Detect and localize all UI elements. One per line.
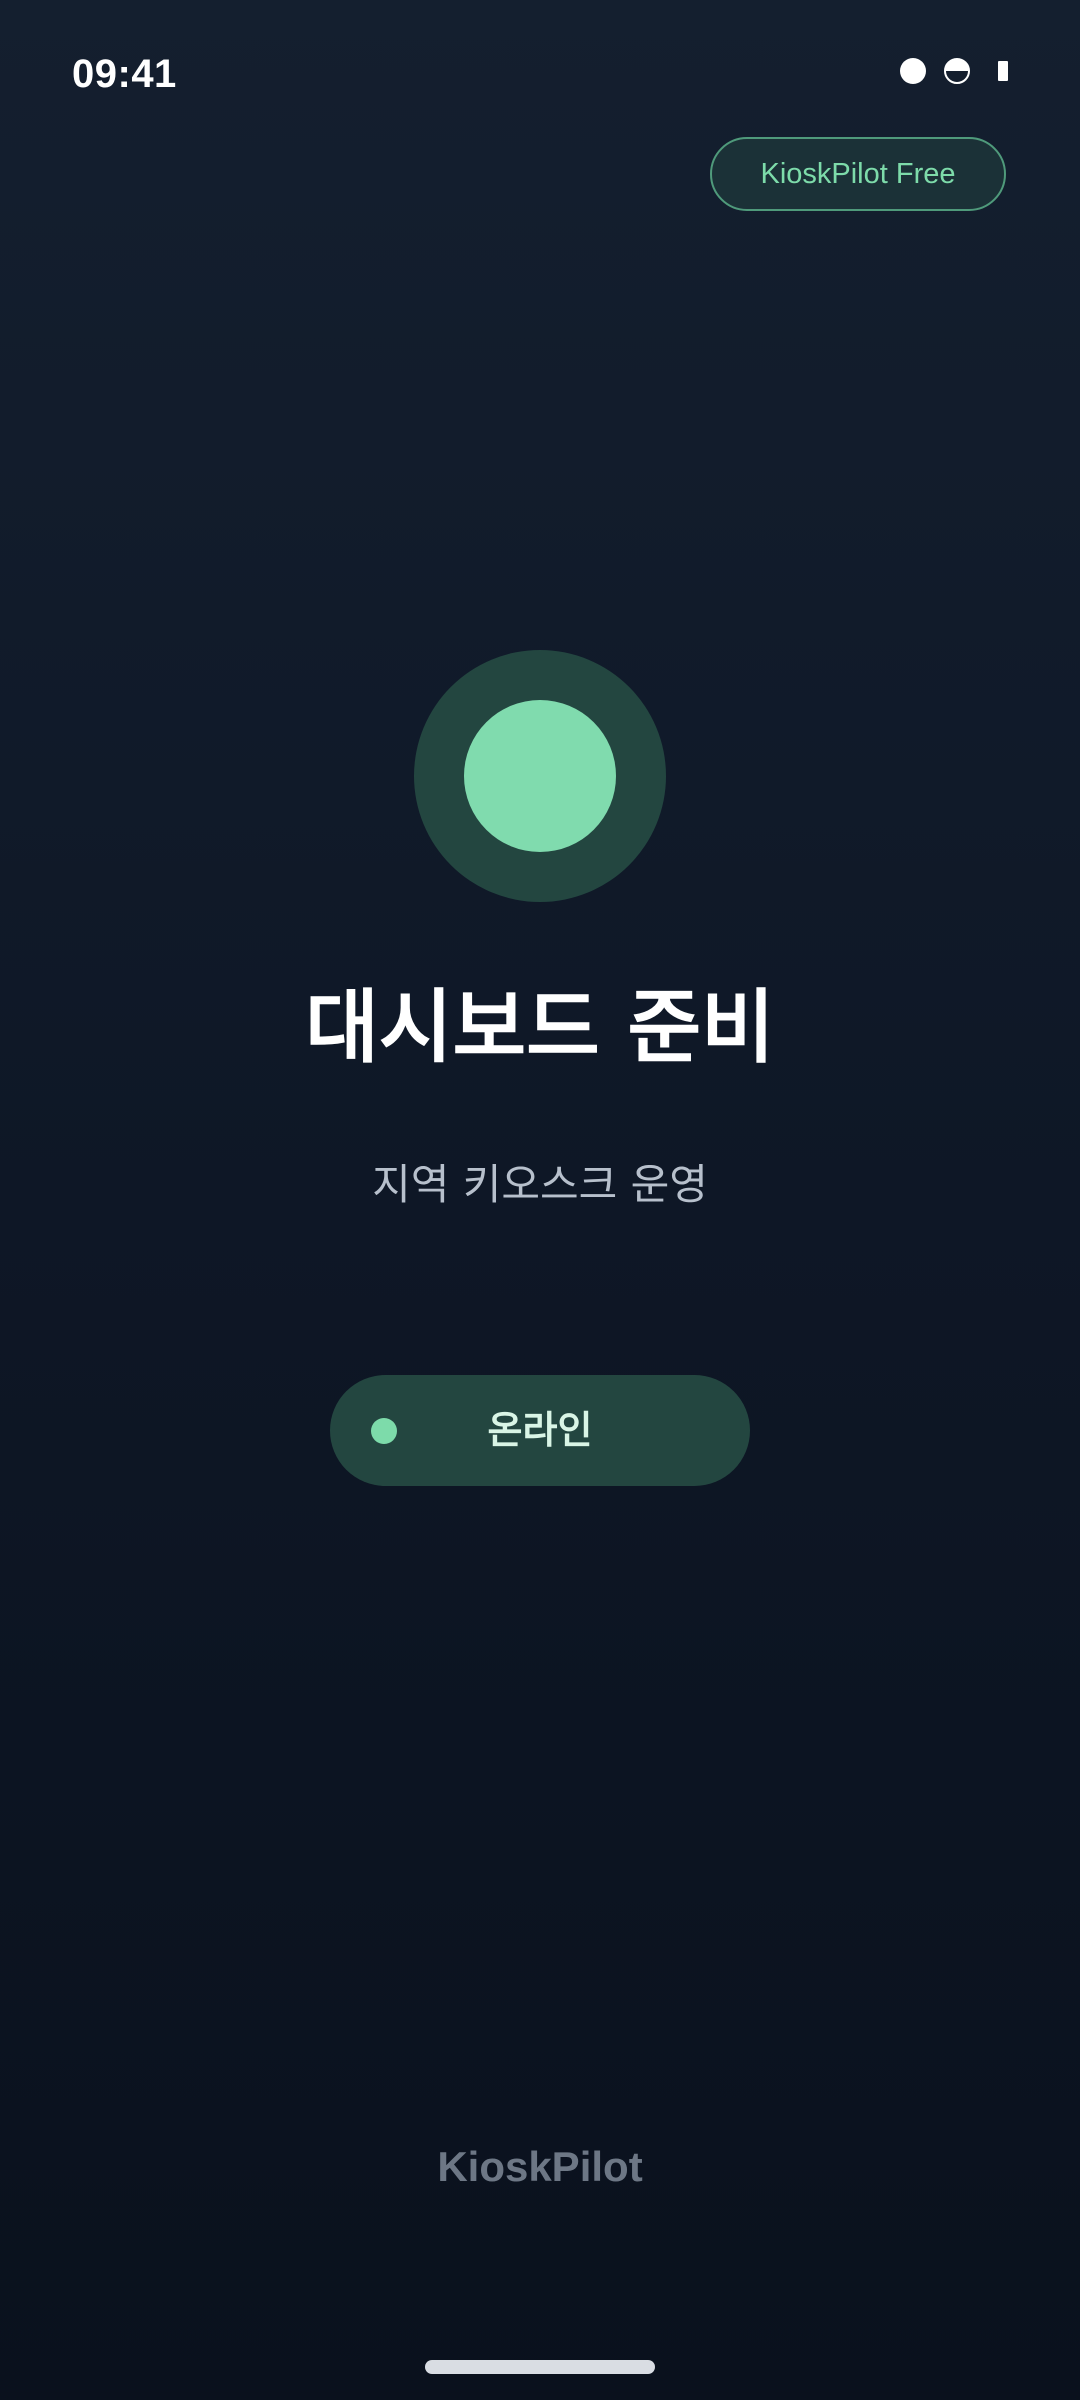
status-indicator (414, 650, 666, 902)
status-bar-icons (900, 58, 1008, 84)
status-dot-icon (464, 700, 616, 852)
footer-brand: KioskPilot (437, 2143, 643, 2190)
status-bar-time: 09:41 (72, 52, 177, 96)
battery-icon (998, 61, 1008, 81)
half-circle-icon (944, 58, 970, 84)
page-title: 대시보드 준비 (305, 981, 775, 1074)
online-status-pill: 온라인 (330, 1375, 750, 1486)
plan-badge[interactable]: KioskPilot Free (710, 137, 1006, 211)
home-indicator[interactable] (425, 2360, 655, 2374)
online-status-label: 온라인 (487, 1408, 593, 1452)
page-subtitle: 지역 키오스크 운영 (372, 1160, 708, 1209)
circle-icon (900, 58, 926, 84)
